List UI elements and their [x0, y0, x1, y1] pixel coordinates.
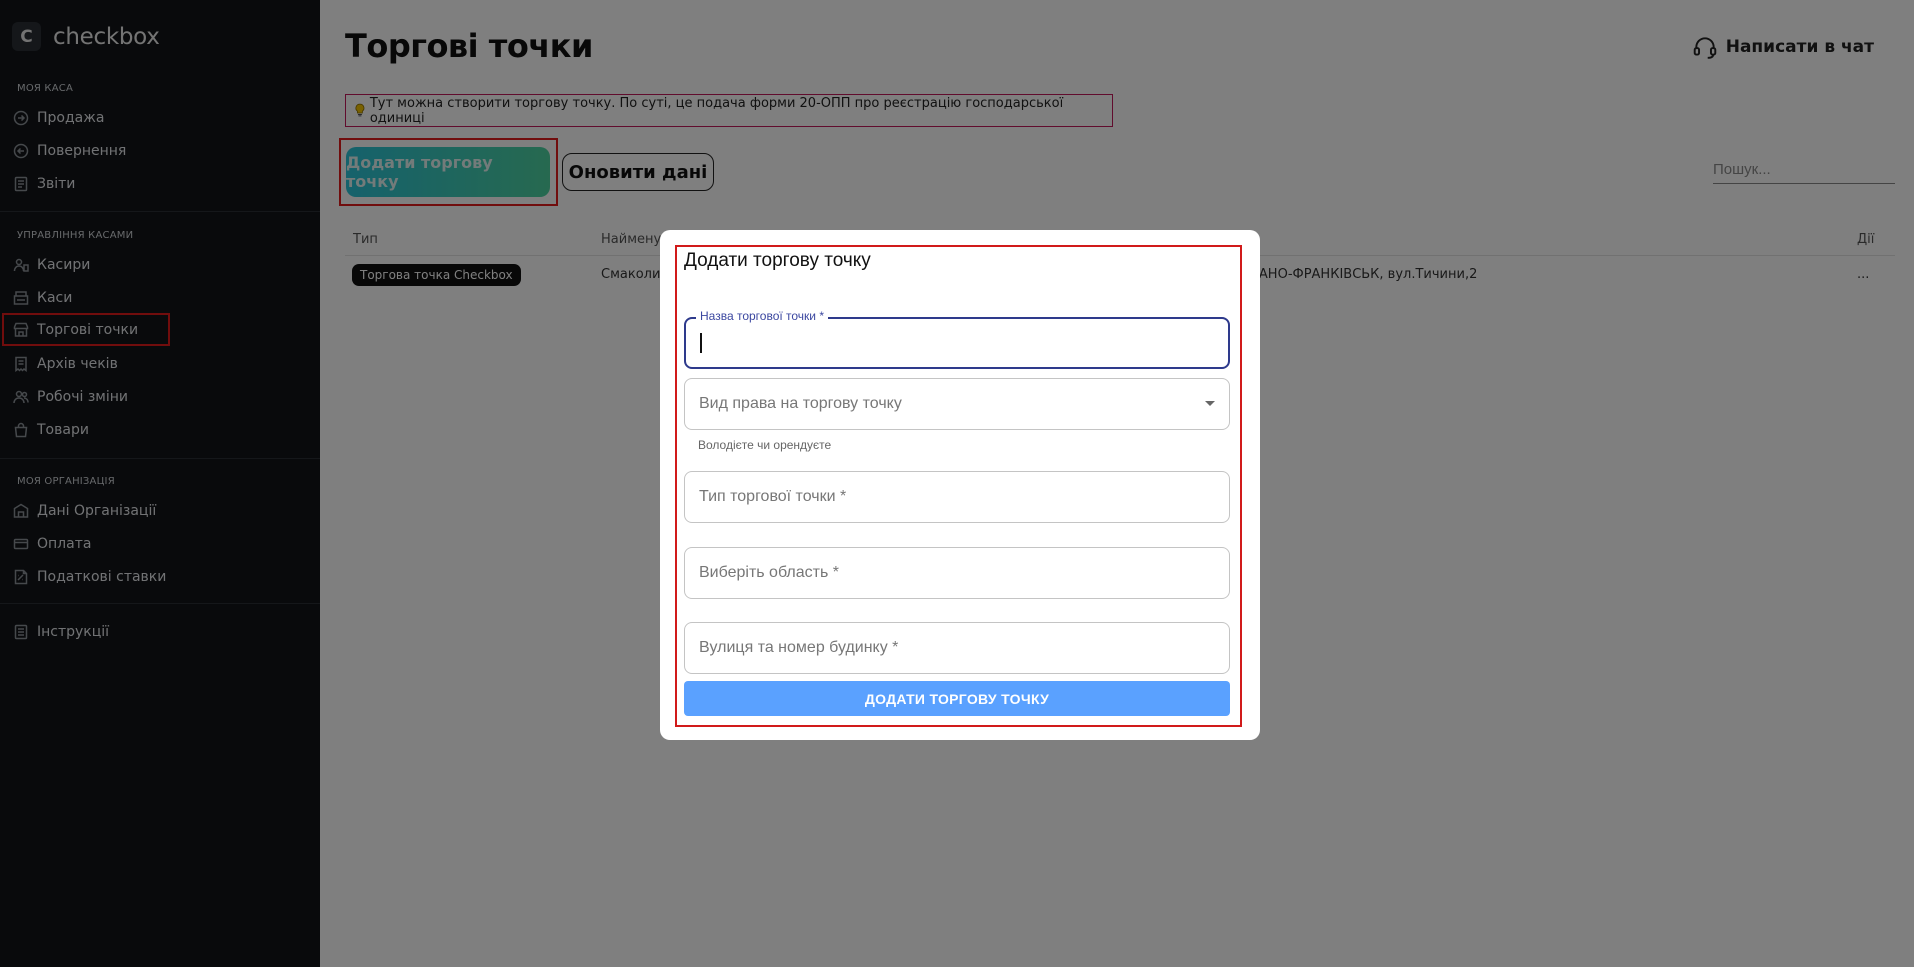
region-placeholder: Виберіть область *	[699, 564, 839, 581]
region-field[interactable]: Виберіть область *	[684, 547, 1230, 599]
submit-add-store-button[interactable]: ДОДАТИ ТОРГОВУ ТОЧКУ	[684, 681, 1230, 716]
ownership-helper-text: Володієте чи орендуєте	[698, 438, 832, 452]
street-placeholder: Вулиця та номер будинку *	[699, 639, 899, 656]
ownership-right-select[interactable]: Вид права на торгову точку	[684, 378, 1230, 430]
store-name-field[interactable]: Назва торгової точки *	[684, 309, 1230, 369]
street-field[interactable]: Вулиця та номер будинку *	[684, 622, 1230, 674]
chevron-down-icon	[1205, 401, 1215, 406]
ownership-right-placeholder: Вид права на торгову точку	[699, 395, 902, 412]
add-store-dialog: Додати торгову точку Назва торгової точк…	[660, 230, 1260, 740]
store-type-field[interactable]: Тип торгової точки *	[684, 471, 1230, 523]
text-caret	[700, 333, 702, 353]
store-name-label: Назва торгової точки *	[696, 309, 829, 323]
store-type-placeholder: Тип торгової точки *	[699, 488, 847, 505]
dialog-title: Додати торгову точку	[684, 250, 871, 271]
